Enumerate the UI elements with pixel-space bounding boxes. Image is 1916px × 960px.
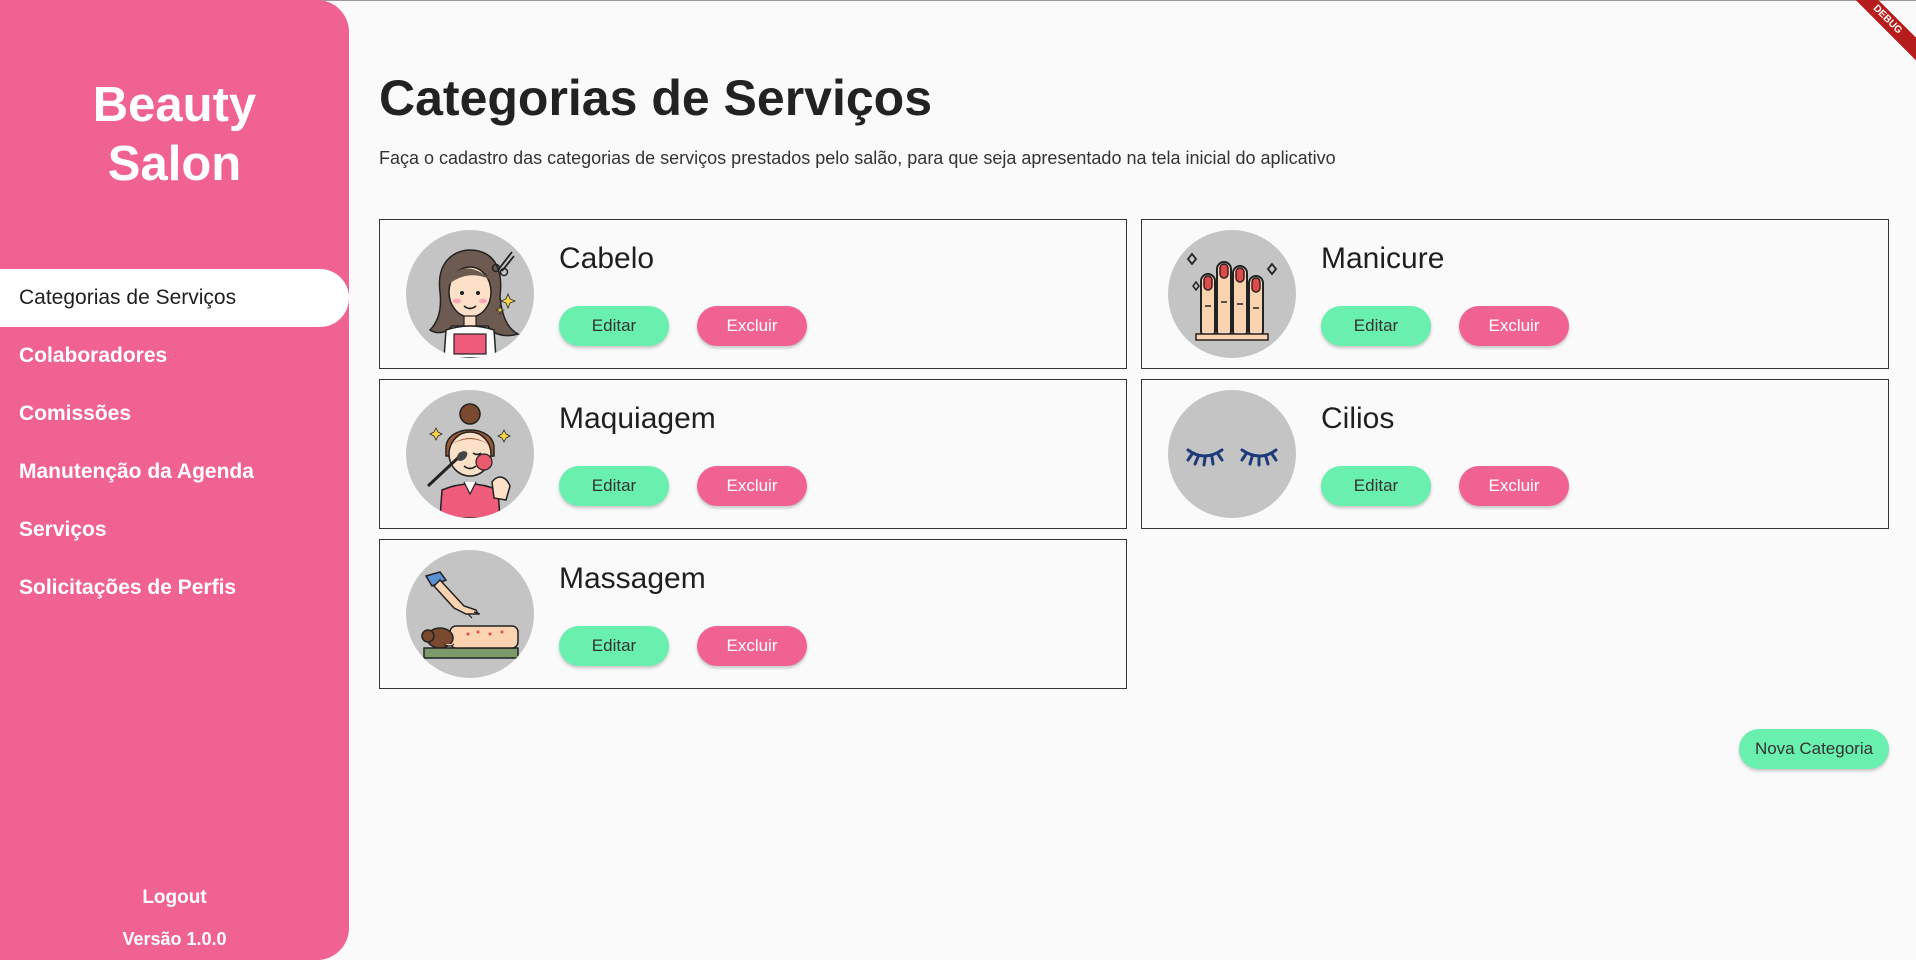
delete-button[interactable]: Excluir bbox=[697, 466, 807, 506]
sidebar-item-agenda[interactable]: Manutenção da Agenda bbox=[0, 443, 349, 501]
massage-icon bbox=[406, 550, 534, 678]
logout-link[interactable]: Logout bbox=[0, 887, 349, 909]
new-category-button[interactable]: Nova Categoria bbox=[1739, 729, 1889, 769]
page-title: Categorias de Serviços bbox=[379, 70, 933, 126]
sidebar-item-colaboradores[interactable]: Colaboradores bbox=[0, 327, 349, 385]
category-card-massagem: Massagem Editar Excluir bbox=[379, 539, 1127, 689]
debug-banner: DEBUG bbox=[1846, 0, 1916, 70]
category-name: Maquiagem bbox=[559, 402, 716, 435]
manicure-hand-icon bbox=[1168, 230, 1296, 358]
sidebar: Beauty Salon Categorias de Serviços Cola… bbox=[0, 0, 349, 960]
delete-button[interactable]: Excluir bbox=[697, 626, 807, 666]
category-card-maquiagem: Maquiagem Editar Excluir bbox=[379, 379, 1127, 529]
sidebar-item-comissoes[interactable]: Comissões bbox=[0, 385, 349, 443]
category-name: Cabelo bbox=[559, 242, 655, 275]
edit-button[interactable]: Editar bbox=[559, 306, 669, 346]
edit-button[interactable]: Editar bbox=[559, 466, 669, 506]
delete-button[interactable]: Excluir bbox=[697, 306, 807, 346]
page-subtitle: Faça o cadastro das categorias de serviç… bbox=[379, 148, 1336, 168]
delete-button[interactable]: Excluir bbox=[1459, 466, 1569, 506]
brand-line-1: Beauty bbox=[92, 78, 257, 132]
brand-logo: Beauty Salon bbox=[0, 76, 349, 194]
sidebar-nav: Categorias de Serviços Colaboradores Com… bbox=[0, 269, 349, 617]
hair-woman-icon bbox=[406, 230, 534, 358]
category-name: Massagem bbox=[559, 562, 706, 595]
category-card-cabelo: Cabelo Editar Excluir bbox=[379, 219, 1127, 369]
eyelashes-icon bbox=[1168, 390, 1296, 518]
brand-line-2: Salon bbox=[107, 137, 242, 191]
category-card-manicure: Manicure Editar Excluir bbox=[1141, 219, 1889, 369]
category-name: Manicure bbox=[1321, 242, 1445, 275]
category-name: Cilios bbox=[1321, 402, 1395, 435]
sidebar-item-categorias[interactable]: Categorias de Serviços bbox=[0, 269, 349, 327]
category-card-cilios: Cilios Editar Excluir bbox=[1141, 379, 1889, 529]
makeup-woman-icon bbox=[406, 390, 534, 518]
edit-button[interactable]: Editar bbox=[1321, 306, 1431, 346]
delete-button[interactable]: Excluir bbox=[1459, 306, 1569, 346]
version-label: Versão 1.0.0 bbox=[122, 929, 227, 949]
edit-button[interactable]: Editar bbox=[1321, 466, 1431, 506]
sidebar-item-servicos[interactable]: Serviços bbox=[0, 501, 349, 559]
edit-button[interactable]: Editar bbox=[559, 626, 669, 666]
sidebar-item-solicitacoes[interactable]: Solicitações de Perfis bbox=[0, 559, 349, 617]
debug-banner-label: DEBUG bbox=[1846, 0, 1916, 65]
